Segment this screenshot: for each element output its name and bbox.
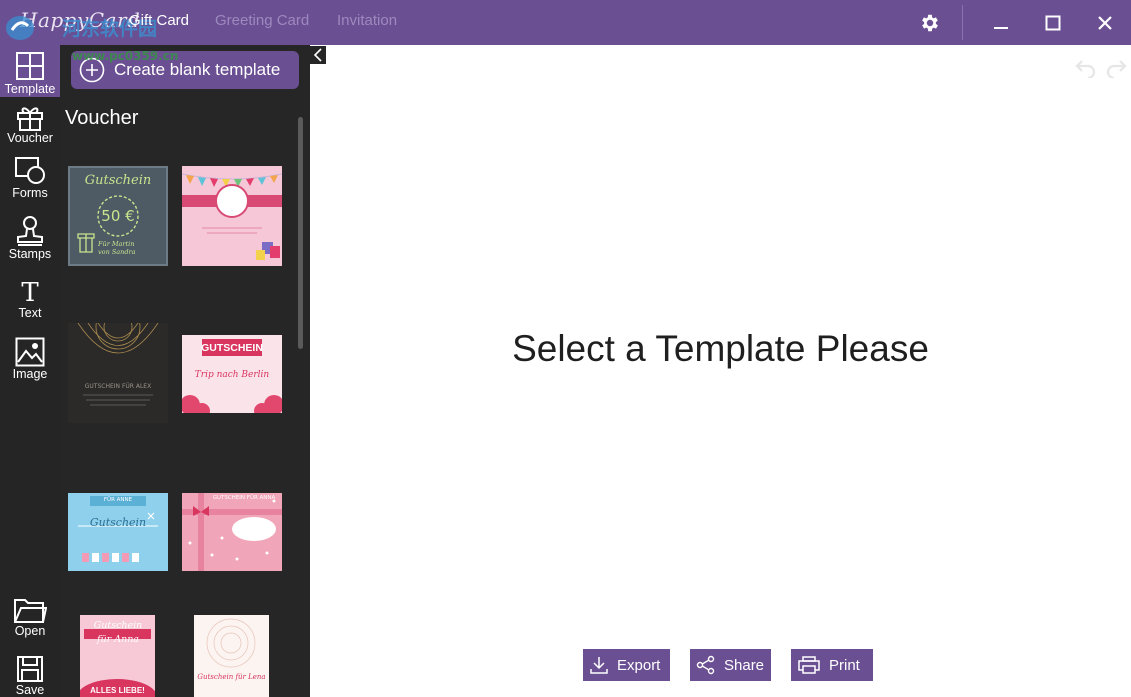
template-artwork: [77, 323, 159, 406]
template-subtitle: Trip nach Berlin: [194, 370, 270, 380]
template-icon: [16, 52, 44, 80]
maximize-icon: [1045, 15, 1061, 30]
template-heading: Gutschein für Anna: [93, 620, 143, 645]
template-artwork: [182, 173, 282, 260]
svg-text:T: T: [21, 278, 39, 306]
sidebar-item-save[interactable]: Save: [0, 655, 60, 697]
template-subtitle: Gutschein für Lena: [197, 673, 266, 681]
sidebar-item-label: Template: [4, 82, 56, 96]
sidebar-item-label: Voucher: [7, 131, 53, 145]
sidebar-item-label: Text: [18, 306, 42, 320]
title-bar: HappyCard 河东软件园 Gift Card Greeting Card …: [0, 0, 1131, 45]
template-thumbnail-5[interactable]: FÜR ANNE Gutschein: [68, 493, 168, 571]
sidebar-item-label: Forms: [12, 186, 48, 200]
text-icon: T: [21, 278, 39, 306]
minimize-icon: [994, 26, 1008, 29]
template-thumbnail-1[interactable]: Gutschein 50 € Für Martin von Sandra: [68, 166, 168, 266]
export-button[interactable]: Export: [583, 649, 670, 681]
tab-gift-card[interactable]: Gift Card: [129, 12, 189, 29]
create-blank-template-label: Create blank template: [114, 60, 281, 79]
canvas-placeholder: Select a Template Please: [512, 328, 929, 369]
titlebar-separator: [962, 5, 963, 40]
sidebar-item-image[interactable]: Image: [0, 337, 60, 385]
chevron-left-icon: [313, 48, 322, 62]
shapes-icon: [15, 157, 45, 184]
sidebar-item-template[interactable]: Template: [0, 45, 60, 97]
tab-invitation[interactable]: Invitation: [337, 12, 397, 29]
template-thumbnail-2[interactable]: [182, 166, 282, 266]
template-heading: Gutschein: [84, 173, 152, 188]
template-heading: Gutschein: [89, 516, 147, 529]
gift-icon: [17, 107, 43, 131]
sidebar-item-label: Save: [15, 683, 45, 697]
template-subtitle: FÜR ANNE: [103, 497, 133, 503]
sidebar-item-label: Open: [14, 624, 46, 638]
folder-icon: [14, 599, 47, 623]
sidebar-item-stamps[interactable]: Stamps: [0, 215, 60, 267]
template-thumbnail-6[interactable]: GUTSCHEIN FÜR ANNA: [182, 493, 282, 571]
image-icon: [15, 337, 45, 367]
template-artwork: [182, 493, 282, 571]
close-button[interactable]: [1085, 0, 1125, 45]
save-icon: [17, 656, 43, 682]
undo-icon[interactable]: [1074, 56, 1098, 78]
section-title: Voucher: [65, 107, 139, 129]
template-subtitle: ALLES LIEBE!: [90, 686, 145, 695]
maximize-button[interactable]: [1033, 0, 1073, 45]
share-label: Share: [724, 656, 765, 674]
sidebar-item-voucher[interactable]: Voucher: [0, 103, 60, 151]
template-panel: Create blank template Voucher Gutschein …: [60, 45, 310, 697]
template-subtitle: Für Martin von Sandra: [98, 240, 136, 256]
template-value: 50 €: [101, 207, 135, 225]
template-thumbnail-3[interactable]: GUTSCHEIN FÜR ALEX: [68, 323, 168, 423]
template-artwork: [206, 618, 256, 668]
minimize-button[interactable]: [981, 0, 1021, 45]
template-artwork: [78, 496, 158, 562]
stamp-icon: [17, 216, 43, 246]
watermark-logo-icon: [6, 16, 34, 40]
panel-scrollbar[interactable]: [298, 117, 303, 349]
sidebar-item-label: Stamps: [8, 247, 52, 261]
print-label: Print: [829, 656, 860, 674]
sidebar-item-text[interactable]: T Text: [0, 278, 60, 324]
redo-icon[interactable]: [1104, 56, 1128, 78]
download-icon: [590, 657, 608, 674]
print-button[interactable]: Print: [791, 649, 873, 681]
template-subtitle: GUTSCHEIN FÜR ALEX: [84, 383, 152, 390]
template-thumbnail-4[interactable]: GUTSCHEIN Trip nach Berlin: [182, 335, 282, 413]
tab-greeting-card[interactable]: Greeting Card: [215, 12, 309, 29]
template-heading: GUTSCHEIN FÜR ANNA: [212, 495, 276, 501]
sidebar-item-forms[interactable]: Forms: [0, 156, 60, 206]
export-label: Export: [617, 656, 661, 674]
template-thumbnail-8[interactable]: Gutschein für Lena: [194, 615, 269, 697]
share-button[interactable]: Share: [690, 649, 771, 681]
watermark-url: www.pc0359.cn: [72, 49, 179, 63]
printer-icon: [798, 656, 820, 674]
collapse-panel-button[interactable]: [310, 46, 326, 64]
close-icon: [1098, 15, 1112, 30]
sidebar-item-label: Image: [12, 367, 48, 381]
settings-button[interactable]: [910, 0, 950, 45]
gear-icon: [922, 14, 938, 31]
template-thumbnail-7[interactable]: Gutschein für Anna ALLES LIEBE!: [80, 615, 155, 697]
template-heading: GUTSCHEIN: [201, 342, 263, 354]
sidebar-item-open[interactable]: Open: [0, 596, 60, 644]
tool-sidebar: Template Voucher Forms Stamps T Text Ima…: [0, 45, 60, 697]
share-icon: [696, 655, 715, 675]
